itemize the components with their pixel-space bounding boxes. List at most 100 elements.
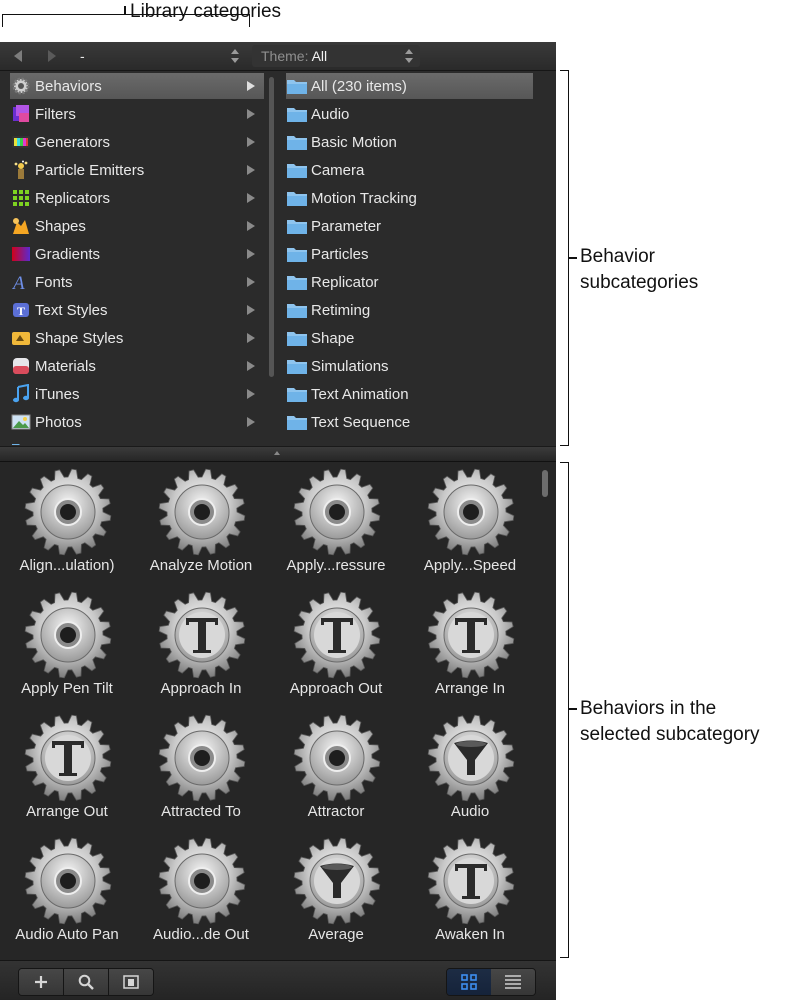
category-item-generators[interactable]: Generators	[10, 129, 264, 155]
theme-value: All	[311, 48, 328, 64]
behavior-tile[interactable]: Approach Out	[269, 585, 403, 707]
subcategory-list: All (230 items) Audio Basic Motion Camer…	[280, 71, 556, 445]
preview-button[interactable]	[109, 969, 153, 995]
icon-view-button[interactable]	[447, 969, 491, 995]
shapes-icon	[11, 216, 31, 236]
generators-icon	[11, 132, 31, 152]
category-item-text-styles[interactable]: T Text Styles	[10, 297, 264, 323]
subcategory-item[interactable]: Parameter	[286, 213, 533, 239]
subcategory-label: Audio	[311, 105, 350, 123]
behavior-label: Audio...de Out	[153, 926, 249, 943]
category-label: Particle Emitters	[35, 161, 145, 179]
folder-icon	[287, 79, 307, 94]
category-label: Filters	[35, 105, 76, 123]
forward-button[interactable]	[42, 46, 62, 66]
behavior-tile[interactable]: Arrange Out	[0, 708, 134, 830]
disclosure-arrow-icon	[247, 361, 255, 371]
theme-popup[interactable]: Theme: All	[252, 45, 420, 67]
category-item-filters[interactable]: Filters	[10, 101, 264, 127]
behavior-tile[interactable]: Apply...Speed	[403, 462, 537, 584]
subcategory-item[interactable]: Basic Motion	[286, 129, 533, 155]
callout-subcategories-nub	[569, 257, 577, 259]
behavior-label: Arrange Out	[26, 803, 108, 820]
list-view-button[interactable]	[491, 969, 535, 995]
behavior-label: Approach Out	[289, 680, 383, 697]
subcategory-item[interactable]: Replicator	[286, 269, 533, 295]
behavior-tile[interactable]: Audio	[403, 708, 537, 830]
category-label: Replicators	[35, 189, 111, 207]
category-label: Gradients	[35, 245, 101, 263]
text-styles-icon: T	[11, 300, 31, 320]
behavior-tile[interactable]: Approach In	[134, 585, 268, 707]
search-button[interactable]	[64, 969, 109, 995]
gear-icon	[293, 468, 381, 556]
behavior-label: Align...ulation)	[19, 557, 115, 574]
behavior-tile[interactable]: Apply Pen Tilt	[0, 585, 134, 707]
folder-icon	[287, 107, 307, 122]
replicators-icon	[11, 188, 31, 208]
subcategory-item[interactable]: Text Sequence	[286, 409, 533, 435]
behavior-tile[interactable]: Apply...ressure	[269, 462, 403, 584]
category-item-materials[interactable]: Materials	[10, 353, 264, 379]
behavior-label: Audio	[450, 803, 490, 820]
gear-text-icon	[158, 591, 246, 679]
disclosure-arrow-icon	[247, 81, 255, 91]
category-item-photos[interactable]: Photos	[10, 409, 264, 435]
category-label: Materials	[35, 357, 96, 375]
subcategory-label: Shape	[311, 329, 355, 347]
subcategory-item[interactable]: Shape	[286, 325, 533, 351]
subcategory-item[interactable]: Camera	[286, 157, 533, 183]
callout-subcategories-bracket	[560, 70, 569, 446]
grid-scrollbar[interactable]	[542, 470, 548, 497]
category-item-shapes[interactable]: Shapes	[10, 213, 264, 239]
subcategory-item[interactable]: Particles	[286, 241, 533, 267]
category-item-particle-emitters[interactable]: Particle Emitters	[10, 157, 264, 183]
subcategory-item[interactable]: Simulations	[286, 353, 533, 379]
behavior-tile[interactable]: Audio...de Out	[134, 831, 268, 953]
subcategory-item[interactable]: Motion Tracking	[286, 185, 533, 211]
callout-line: subcategories	[580, 272, 699, 293]
behavior-tile[interactable]: Attracted To	[134, 708, 268, 830]
behavior-tile[interactable]: Audio Auto Pan	[0, 831, 134, 953]
category-item-partial[interactable]	[10, 437, 264, 445]
category-item-replicators[interactable]: Replicators	[10, 185, 264, 211]
subcategory-item[interactable]: Retiming	[286, 297, 533, 323]
subcategory-label: Particles	[311, 245, 369, 263]
folder-icon	[287, 163, 307, 178]
behavior-tile[interactable]: Awaken In	[403, 831, 537, 953]
subcategory-item[interactable]: Text Animation	[286, 381, 533, 407]
add-button[interactable]	[19, 969, 64, 995]
category-label: Fonts	[35, 273, 73, 291]
disclosure-arrow-icon	[247, 193, 255, 203]
behavior-tile[interactable]: Analyze Motion	[134, 462, 268, 584]
behavior-tile[interactable]: Align...ulation)	[0, 462, 134, 584]
subcategory-label: Text Animation	[311, 385, 409, 403]
behavior-tile[interactable]: Average	[269, 831, 403, 953]
category-item-fonts[interactable]: A Fonts	[10, 269, 264, 295]
path-popup[interactable]: -	[74, 45, 246, 67]
category-scrollbar[interactable]	[269, 77, 274, 377]
folder-icon	[287, 135, 307, 150]
subcategory-label: Simulations	[311, 357, 389, 375]
gear-icon	[24, 468, 112, 556]
photos-icon	[11, 412, 31, 432]
gear-icon	[24, 591, 112, 679]
subcategory-label: All (230 items)	[311, 77, 407, 95]
subcategory-label: Text Sequence	[311, 413, 411, 431]
forward-arrow-icon	[48, 50, 56, 62]
subcategory-item[interactable]: Audio	[286, 101, 533, 127]
gear-icon	[24, 837, 112, 925]
category-item-itunes[interactable]: iTunes	[10, 381, 264, 407]
behavior-tile[interactable]: Arrange In	[403, 585, 537, 707]
callout-line: Behavior	[580, 246, 655, 267]
behavior-tile[interactable]: Attractor	[269, 708, 403, 830]
category-item-behaviors[interactable]: Behaviors	[10, 73, 264, 99]
category-item-shape-styles[interactable]: Shape Styles	[10, 325, 264, 351]
pane-splitter[interactable]	[0, 446, 556, 462]
behavior-label: Analyze Motion	[149, 557, 253, 574]
disclosure-arrow-icon	[247, 389, 255, 399]
back-button[interactable]	[8, 46, 28, 66]
category-item-gradients[interactable]: Gradients	[10, 241, 264, 267]
subcategory-item[interactable]: All (230 items)	[286, 73, 533, 99]
behavior-label: Audio Auto Pan	[15, 926, 119, 943]
